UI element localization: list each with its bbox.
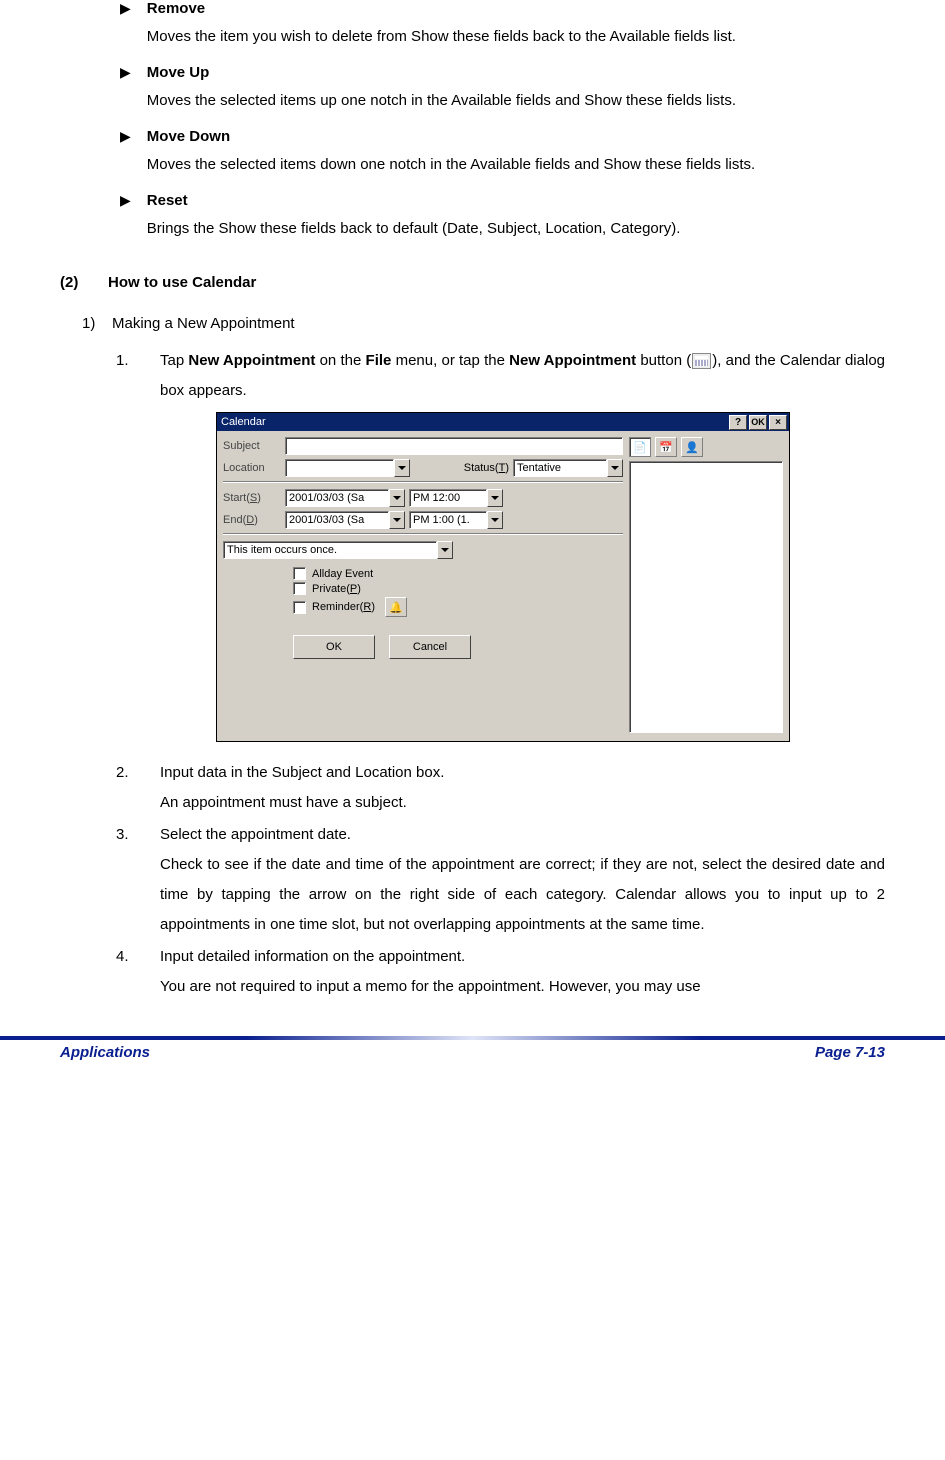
footer-right: Page 7-13 xyxy=(815,1044,885,1061)
calendar-icon[interactable]: 📅 xyxy=(655,437,677,457)
end-date-combo[interactable]: 2001/03/03 (Sa xyxy=(285,511,405,529)
section-title: How to use Calendar xyxy=(108,274,256,291)
triangle-icon: ▶ xyxy=(120,128,131,188)
chevron-down-icon[interactable] xyxy=(607,459,623,477)
step-3: 3. Select the appointment date. xyxy=(116,820,885,850)
triangle-icon: ▶ xyxy=(120,192,131,252)
separator xyxy=(223,533,623,535)
step-4: 4. Input detailed information on the app… xyxy=(116,942,885,972)
chevron-down-icon[interactable] xyxy=(389,489,405,507)
subsection-heading: 1) Making a New Appointment xyxy=(82,315,885,332)
end-label: End(D) xyxy=(223,514,281,526)
bullet-title: Remove xyxy=(147,0,885,17)
bell-icon[interactable]: 🔔 xyxy=(385,597,407,617)
close-button[interactable]: × xyxy=(769,415,787,430)
subject-input[interactable] xyxy=(285,437,623,455)
bullet-move-up: ▶ Move Up Moves the selected items up on… xyxy=(120,64,885,124)
memo-textarea[interactable] xyxy=(629,461,783,733)
step-text: Select the appointment date. xyxy=(160,820,885,850)
bullet-move-down: ▶ Move Down Moves the selected items dow… xyxy=(120,128,885,188)
status-combo[interactable]: Tentative xyxy=(513,459,623,477)
section-number: (2) xyxy=(60,274,108,291)
reminder-label: Reminder(R) xyxy=(312,601,375,613)
chevron-down-icon[interactable] xyxy=(437,541,453,559)
private-checkbox-row: Private(P) xyxy=(293,582,623,595)
location-combo[interactable] xyxy=(285,459,410,477)
dialog-titlebar: Calendar ? OK × xyxy=(217,413,789,431)
step-text: Input detailed information on the appoin… xyxy=(160,942,885,972)
triangle-icon: ▶ xyxy=(120,0,131,60)
status-label: Status(T) xyxy=(464,462,509,474)
recurrence-combo[interactable]: This item occurs once. xyxy=(223,541,453,559)
location-label: Location xyxy=(223,462,281,474)
subject-label: Subject xyxy=(223,440,281,452)
ok-caption-button[interactable]: OK xyxy=(749,415,767,430)
footer-rule xyxy=(0,1036,945,1040)
close-icon: × xyxy=(775,417,781,428)
step-subtext: You are not required to input a memo for… xyxy=(160,972,885,1002)
allday-checkbox-row: Allday Event xyxy=(293,567,623,580)
private-label: Private(P) xyxy=(312,583,361,595)
start-label: Start(S) xyxy=(223,492,281,504)
attach-icon[interactable]: 📄 xyxy=(629,437,651,457)
step-text: Input data in the Subject and Location b… xyxy=(160,758,885,788)
step-subtext: Check to see if the date and time of the… xyxy=(160,850,885,940)
reminder-checkbox-row: Reminder(R) 🔔 xyxy=(293,597,623,617)
allday-checkbox[interactable] xyxy=(293,567,306,580)
step-number: 4. xyxy=(116,942,160,972)
subsection-title: Making a New Appointment xyxy=(112,315,295,332)
bullet-title: Move Down xyxy=(147,128,885,145)
footer-left: Applications xyxy=(60,1044,150,1061)
step-number: 1. xyxy=(116,346,160,406)
page-footer: Applications Page 7-13 xyxy=(0,1036,945,1075)
step-text: Tap New Appointment on the File menu, or… xyxy=(160,346,885,406)
triangle-icon: ▶ xyxy=(120,64,131,124)
subsection-number: 1) xyxy=(82,315,112,332)
bullet-reset: ▶ Reset Brings the Show these fields bac… xyxy=(120,192,885,252)
dialog-title: Calendar xyxy=(221,416,727,428)
chevron-down-icon[interactable] xyxy=(487,511,503,529)
allday-label: Allday Event xyxy=(312,568,373,580)
start-date-combo[interactable]: 2001/03/03 (Sa xyxy=(285,489,405,507)
cancel-button[interactable]: Cancel xyxy=(389,635,471,659)
chevron-down-icon[interactable] xyxy=(394,459,410,477)
end-time-combo[interactable]: PM 1:00 (1. xyxy=(409,511,503,529)
step-subtext: An appointment must have a subject. xyxy=(160,788,885,818)
private-checkbox[interactable] xyxy=(293,582,306,595)
bullet-desc: Moves the selected items down one notch … xyxy=(147,150,885,180)
step-number: 2. xyxy=(116,758,160,788)
section-heading: (2) How to use Calendar xyxy=(60,274,885,291)
reminder-checkbox[interactable] xyxy=(293,601,306,614)
step-number: 3. xyxy=(116,820,160,850)
chevron-down-icon[interactable] xyxy=(389,511,405,529)
calendar-dialog-screenshot: Calendar ? OK × Subject Location xyxy=(216,412,885,742)
step-1: 1. Tap New Appointment on the File menu,… xyxy=(116,346,885,406)
separator xyxy=(223,481,623,483)
bullet-desc: Brings the Show these fields back to def… xyxy=(147,214,885,244)
bullet-title: Reset xyxy=(147,192,885,209)
step-2: 2. Input data in the Subject and Locatio… xyxy=(116,758,885,788)
bullet-desc: Moves the item you wish to delete from S… xyxy=(147,22,885,52)
bullet-title: Move Up xyxy=(147,64,885,81)
help-button[interactable]: ? xyxy=(729,415,747,430)
start-time-combo[interactable]: PM 12:00 xyxy=(409,489,503,507)
ok-button[interactable]: OK xyxy=(293,635,375,659)
bullet-remove: ▶ Remove Moves the item you wish to dele… xyxy=(120,0,885,60)
new-appointment-icon xyxy=(692,353,711,369)
chevron-down-icon[interactable] xyxy=(487,489,503,507)
contact-icon[interactable]: 👤 xyxy=(681,437,703,457)
bullet-desc: Moves the selected items up one notch in… xyxy=(147,86,885,116)
